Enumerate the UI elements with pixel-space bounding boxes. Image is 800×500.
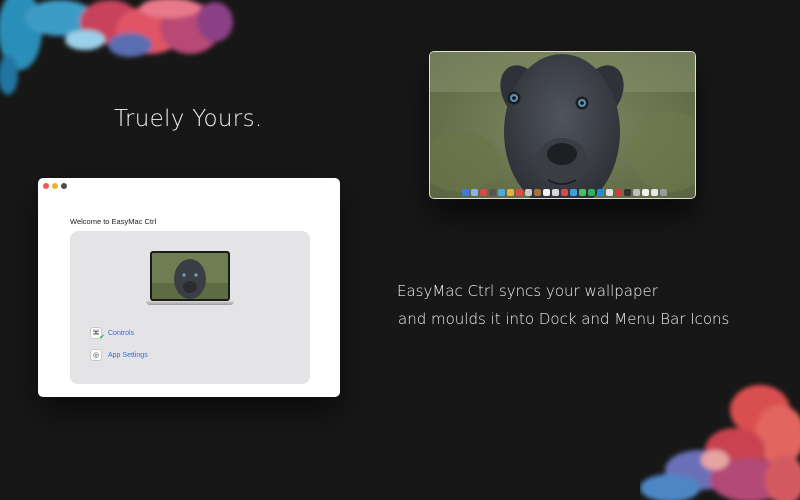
headline: Truely Yours. [114,106,263,132]
app-icon[interactable] [507,189,514,196]
app-settings-option[interactable]: ◎ App Settings [90,349,148,361]
promo-canvas: Truely Yours. Welcome to EasyMac Ctrl ⌘ … [0,0,800,500]
maximize-button[interactable] [61,183,67,189]
close-button[interactable] [43,183,49,189]
app-icon[interactable] [534,189,541,196]
app-icon[interactable] [588,189,595,196]
dock-bar [462,186,667,196]
tagline-line-2: and moulds it into Dock and Menu Bar Ico… [398,310,730,328]
app-icon[interactable] [516,189,523,196]
app-icon[interactable] [633,189,640,196]
app-icon[interactable] [615,189,622,196]
controls-option[interactable]: ⌘ ✔ Controls [90,327,134,341]
wallpaper-thumbnail [152,253,228,299]
app-icon[interactable] [543,189,550,196]
app-icon[interactable] [561,189,568,196]
desktop-wallpaper [430,52,695,198]
app-icon[interactable] [579,189,586,196]
welcome-title: Welcome to EasyMac Ctrl [70,217,157,226]
app-icon[interactable] [606,189,613,196]
app-icon[interactable] [552,189,559,196]
aperture-icon: ◎ [90,349,102,361]
app-window-preview: Welcome to EasyMac Ctrl ⌘ ✔ Controls ◎ A… [38,178,340,397]
command-key-icon: ⌘ ✔ [90,327,105,341]
trash-icon[interactable] [660,189,667,196]
app-icon[interactable] [480,189,487,196]
app-icon[interactable] [570,189,577,196]
app-icon[interactable] [489,189,496,196]
finder-icon[interactable] [462,189,469,196]
minimize-button[interactable] [52,183,58,189]
app-icon[interactable] [642,189,649,196]
app-icon[interactable] [498,189,505,196]
checkmark-icon: ✔ [99,333,105,341]
welcome-panel: ⌘ ✔ Controls ◎ App Settings [70,231,310,384]
ink-cloud-top-left [0,0,233,95]
laptop-base [146,301,234,305]
ink-cloud-bottom-right [640,385,800,500]
window-controls [43,183,67,189]
desktop-preview [430,52,695,198]
app-icon[interactable] [525,189,532,196]
app-settings-link[interactable]: App Settings [108,352,148,359]
laptop-illustration [146,251,234,307]
app-icon[interactable] [624,189,631,196]
app-icon[interactable] [597,189,604,196]
tagline-line-1: EasyMac Ctrl syncs your wallpaper [397,282,658,300]
launchpad-icon[interactable] [471,189,478,196]
controls-link[interactable]: Controls [108,330,134,337]
app-icon[interactable] [651,189,658,196]
